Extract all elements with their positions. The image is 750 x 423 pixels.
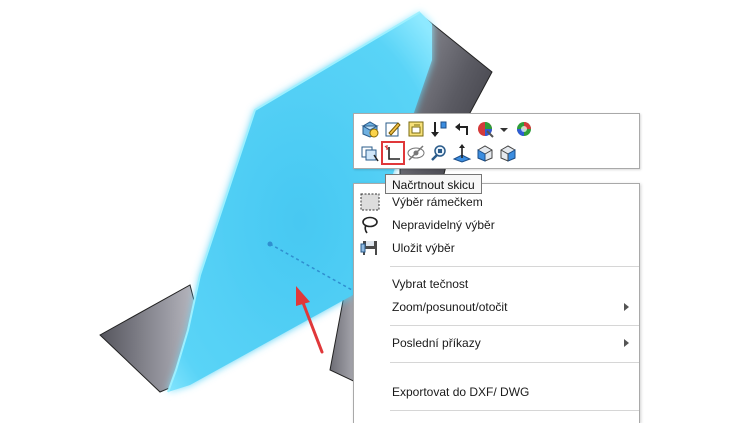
context-toolbar (353, 113, 640, 169)
menu-separator (390, 325, 639, 326)
menu-label-export-dxf: Exportovat do DXF/ DWG (392, 385, 530, 399)
menu-separator (390, 410, 639, 411)
menu-label-recent-commands: Poslední příkazy (392, 336, 481, 350)
context-menu: Výběr rámečkem Nepravidelný výběr Uložit… (353, 183, 640, 423)
display-style-icon[interactable] (514, 119, 534, 139)
submenu-arrow-icon (624, 339, 629, 347)
zoom-to-selection-icon[interactable] (429, 143, 449, 163)
menu-item-recent-commands[interactable]: Poslední příkazy (354, 331, 639, 355)
menu-item-select-tangency[interactable]: Vybrat tečnost (354, 272, 639, 296)
rollback-icon[interactable] (429, 119, 449, 139)
menu-item-save-selection[interactable]: Uložit výběr (354, 236, 639, 260)
parent-child-icon[interactable] (452, 119, 472, 139)
hide-icon[interactable] (406, 143, 426, 163)
menu-label-lasso-select: Nepravidelný výběr (392, 218, 495, 232)
tooltip: Načrtnout skicu (385, 174, 482, 194)
edit-feature-icon[interactable] (406, 119, 426, 139)
save-icon (360, 238, 380, 258)
sketch-icon[interactable] (381, 141, 405, 165)
zoom-to-fit-icon[interactable] (360, 119, 380, 139)
lasso-icon (360, 215, 380, 235)
box-select-icon (360, 192, 380, 212)
menu-label-save-selection: Uložit výběr (392, 241, 455, 255)
menu-label-select-tangency: Vybrat tečnost (392, 277, 469, 291)
view-settings-icon[interactable] (498, 143, 518, 163)
appearance-icon[interactable] (475, 119, 495, 139)
appearance-dropdown-icon[interactable] (498, 119, 510, 139)
menu-item-export-dxf[interactable]: Exportovat do DXF/ DWG (354, 380, 639, 404)
view-orientation-icon[interactable] (475, 143, 495, 163)
menu-label-box-select: Výběr rámečkem (392, 195, 483, 209)
edit-sketch-icon[interactable] (383, 119, 403, 139)
submenu-arrow-icon (624, 303, 629, 311)
menu-label-zoom-pan-rotate: Zoom/posunout/otočit (392, 300, 508, 314)
menu-separator (390, 362, 639, 363)
menu-item-zoom-pan-rotate[interactable]: Zoom/posunout/otočit (354, 295, 639, 319)
menu-item-lasso-select[interactable]: Nepravidelný výběr (354, 213, 639, 237)
normal-to-icon[interactable] (452, 143, 472, 163)
menu-separator (390, 266, 639, 267)
copy-selection-icon[interactable] (360, 143, 380, 163)
